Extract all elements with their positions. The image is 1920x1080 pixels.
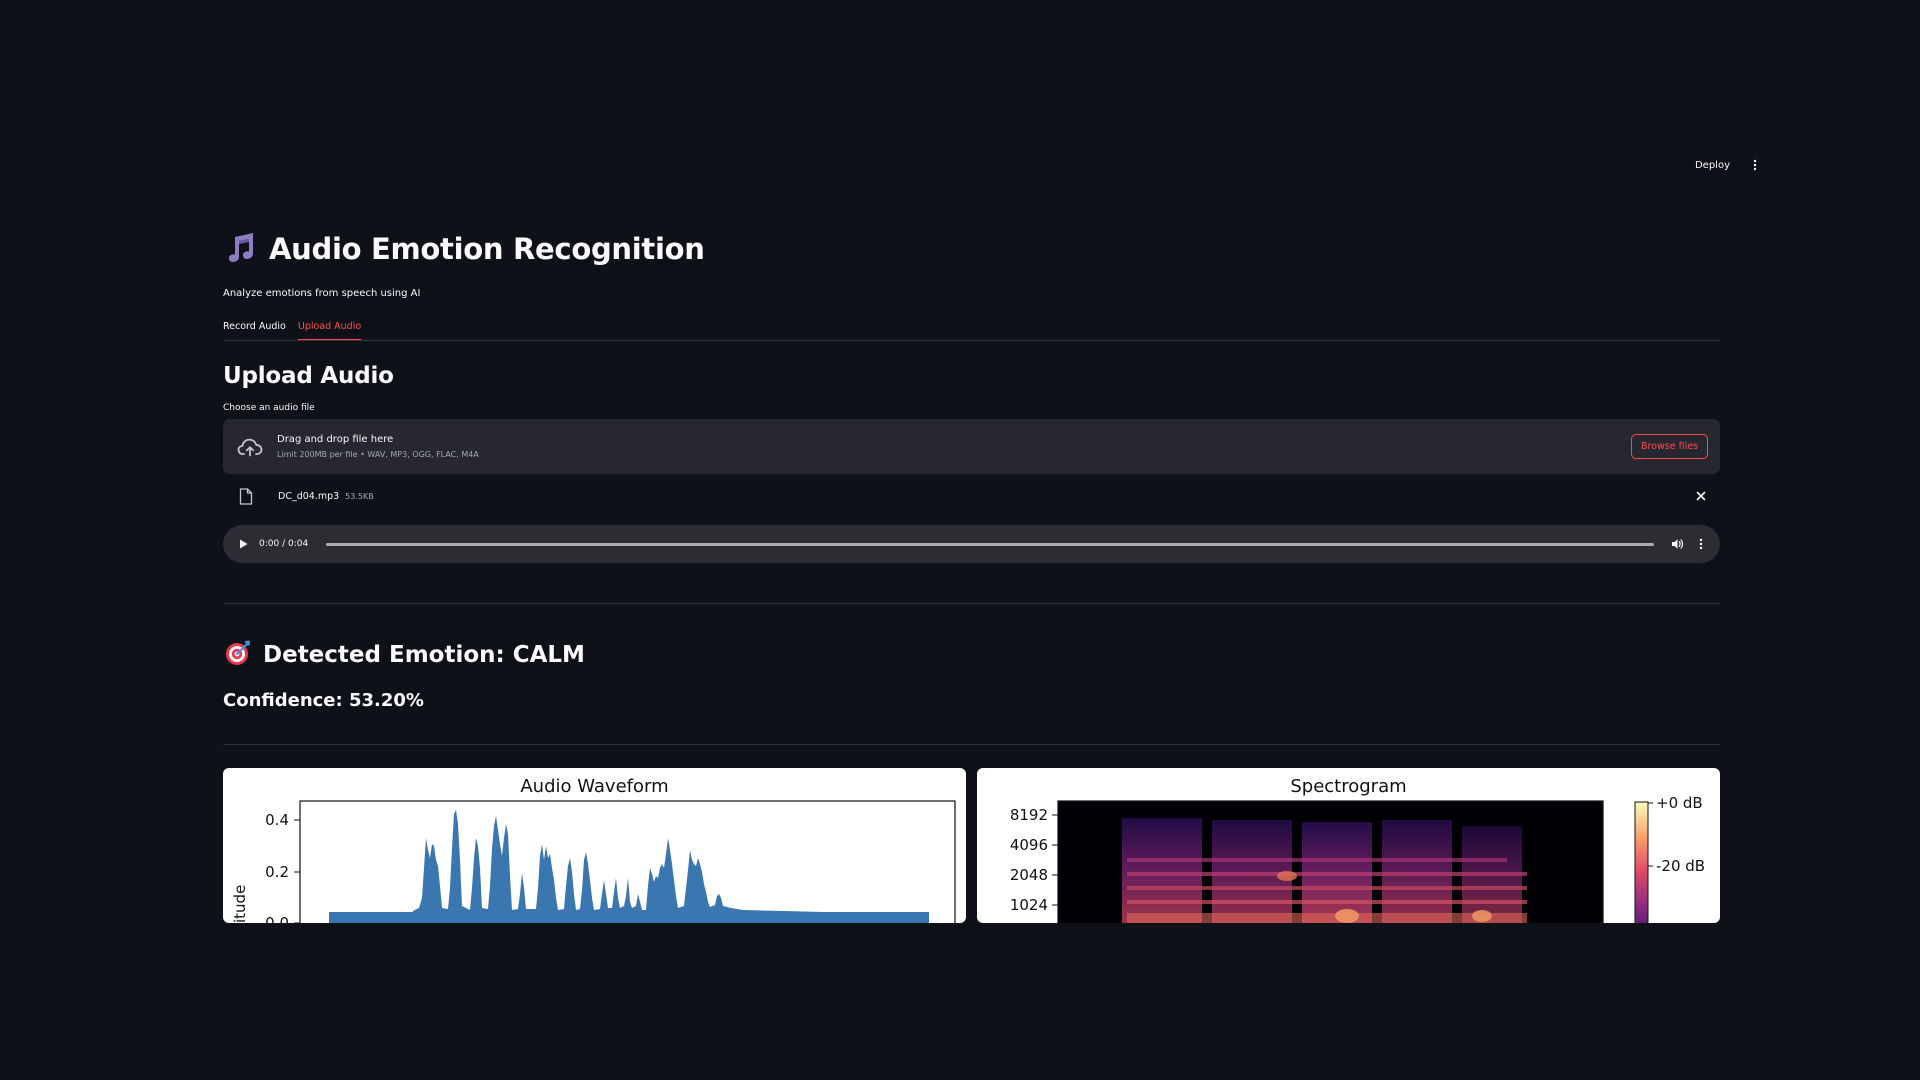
kebab-vertical-icon[interactable] <box>1748 158 1762 172</box>
waveform-ytick: 0.2 <box>265 863 289 881</box>
main-content: Audio Emotion Recognition Analyze emotio… <box>223 222 1720 923</box>
target-icon <box>223 638 253 672</box>
spectrogram-ytick: 1024 <box>1010 896 1048 914</box>
charts-row: Audio Waveform 0.4 0.2 0.0 itude Spectro… <box>223 768 1720 923</box>
top-toolbar: Deploy <box>1695 158 1762 172</box>
tab-upload-audio[interactable]: Upload Audio <box>297 321 362 340</box>
uploaded-file-name: DC_d04.mp3 <box>278 490 340 502</box>
tab-record-audio[interactable]: Record Audio <box>223 321 286 340</box>
spectrogram-colorbar <box>1634 801 1649 923</box>
dropzone-limit-text: Limit 200MB per file • WAV, MP3, OGG, FL… <box>277 450 479 459</box>
waveform-ytick: 0.4 <box>265 811 289 829</box>
page-title: Audio Emotion Recognition <box>269 232 705 266</box>
upload-section-title: Upload Audio <box>223 363 394 389</box>
waveform-chart: Audio Waveform 0.4 0.2 0.0 itude <box>223 768 966 923</box>
volume-icon[interactable] <box>1670 537 1684 551</box>
spectrogram-energy <box>1122 818 1527 923</box>
spectrogram-ytick: 2048 <box>1010 866 1048 884</box>
playback-progress-track[interactable] <box>326 542 1654 546</box>
page-subtitle: Analyze emotions from speech using AI <box>223 288 421 299</box>
divider <box>223 744 1720 745</box>
waveform-ytick: 0.0 <box>265 914 289 923</box>
play-icon[interactable] <box>237 538 249 550</box>
tab-bar: Record Audio Upload Audio <box>223 311 1720 341</box>
spectrogram-chart: Spectrogram 8192 4096 2048 1024 +0 dB -2… <box>977 768 1720 923</box>
colorbar-tick: +0 dB <box>1656 794 1703 812</box>
colorbar-tick: -20 dB <box>1656 857 1705 875</box>
deploy-button[interactable]: Deploy <box>1695 160 1730 171</box>
emotion-result-header: Detected Emotion: CALM <box>223 638 1720 672</box>
dropzone-instructions: Drag and drop file here Limit 200MB per … <box>277 434 1631 459</box>
detected-emotion-title: Detected Emotion: CALM <box>263 642 585 668</box>
confidence-score: Confidence: 53.20% <box>223 690 424 711</box>
uploaded-file-row: DC_d04.mp3 53.5KB <box>223 474 1720 518</box>
file-dropzone[interactable]: Drag and drop file here Limit 200MB per … <box>223 419 1720 474</box>
uploaded-file-size: 53.5KB <box>345 491 374 501</box>
dropzone-main-text: Drag and drop file here <box>277 434 394 445</box>
close-icon[interactable] <box>1694 489 1708 503</box>
file-icon <box>235 487 257 505</box>
audio-player: 0:00 / 0:04 <box>223 525 1720 563</box>
file-uploader-label: Choose an audio file <box>223 403 315 413</box>
player-options-icon[interactable] <box>1694 537 1708 551</box>
playback-time: 0:00 / 0:04 <box>259 539 309 549</box>
cloud-upload-icon <box>235 432 265 462</box>
spectrogram-ytick: 4096 <box>1010 836 1048 854</box>
page-header: Audio Emotion Recognition <box>223 222 1720 276</box>
musical-notes-icon <box>223 229 259 269</box>
browse-files-button[interactable]: Browse files <box>1630 434 1708 459</box>
divider <box>223 603 1720 604</box>
spectrogram-ytick: 8192 <box>1010 806 1048 824</box>
waveform-ylabel: itude <box>231 885 249 923</box>
